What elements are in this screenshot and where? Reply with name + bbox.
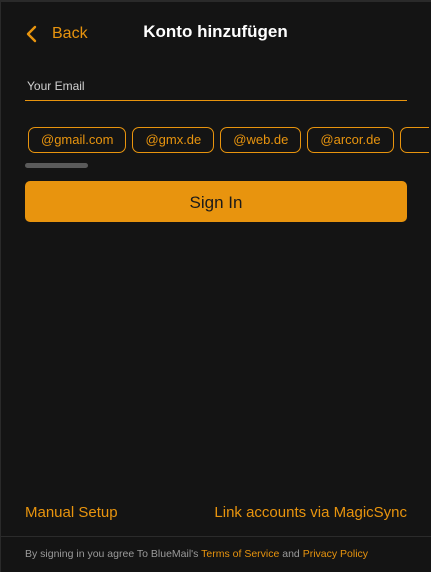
email-input[interactable] (25, 74, 407, 98)
footer-divider (0, 536, 431, 537)
back-label: Back (52, 25, 88, 42)
domain-chip-gmail[interactable]: @gmail.com (28, 127, 127, 153)
chips-scrollbar[interactable] (25, 163, 88, 168)
legal-footer: By signing in you agree To BlueMail's Te… (25, 547, 368, 561)
domain-chip-partial[interactable] (399, 127, 429, 153)
domain-chip-web[interactable]: @web.de (220, 127, 302, 153)
email-field-container (25, 74, 407, 101)
chevron-left-icon (26, 25, 37, 43)
sign-in-button[interactable]: Sign In (25, 181, 407, 222)
domain-chip-arcor[interactable]: @arcor.de (307, 127, 394, 153)
domain-chip-gmx[interactable]: @gmx.de (132, 127, 215, 153)
footer-prefix: By signing in you agree To BlueMail's (25, 548, 202, 560)
footer-and: and (279, 548, 303, 560)
terms-of-service-link[interactable]: Terms of Service (201, 548, 279, 560)
manual-setup-link[interactable]: Manual Setup (25, 503, 118, 523)
privacy-policy-link[interactable]: Privacy Policy (303, 548, 368, 560)
back-button[interactable]: Back (24, 22, 88, 46)
header: Back Konto hinzufügen (0, 2, 431, 64)
add-account-screen: Back Konto hinzufügen @gmail.com @gmx.de… (0, 0, 431, 572)
domain-suggestions[interactable]: @gmail.com @gmx.de @web.de @arcor.de (28, 127, 431, 153)
magicsync-link[interactable]: Link accounts via MagicSync (214, 503, 407, 523)
